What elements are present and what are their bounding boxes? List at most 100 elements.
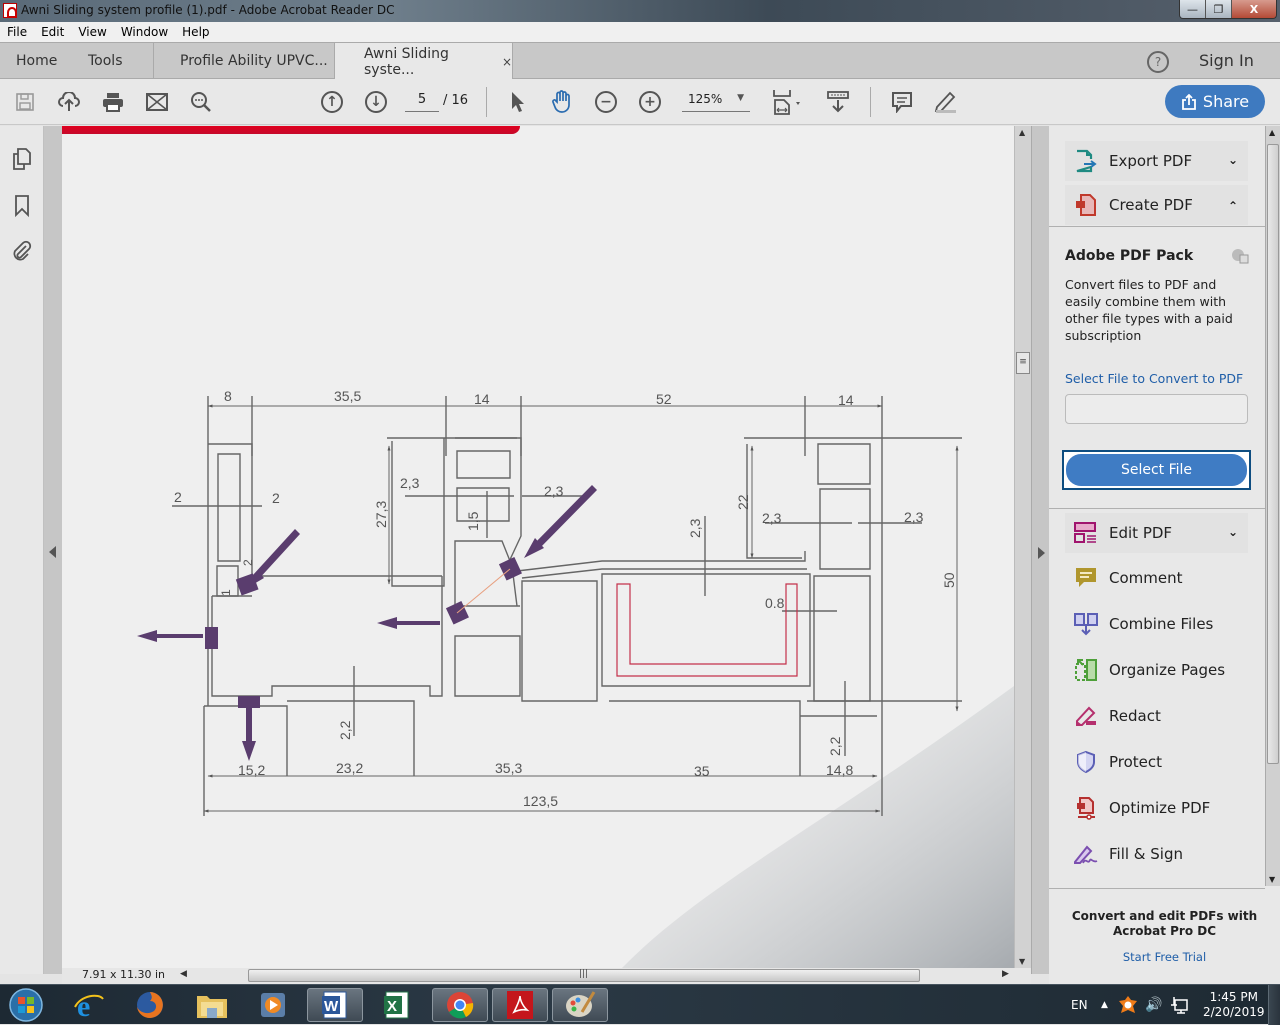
tab-label: Awni Sliding syste... (364, 45, 449, 78)
save-icon[interactable] (12, 89, 38, 115)
find-icon[interactable] (188, 89, 214, 115)
scroll-down-icon[interactable]: ▼ (1269, 875, 1275, 884)
scroll-down-icon[interactable]: ▼ (1019, 957, 1025, 966)
dim-label: 50 (941, 572, 957, 588)
avast-icon[interactable] (1118, 985, 1138, 1025)
show-hidden-icons[interactable]: ▲ (1101, 985, 1108, 1025)
excel-icon[interactable]: X (375, 988, 419, 1022)
internet-explorer-icon[interactable]: e (67, 988, 111, 1022)
volume-icon[interactable]: 🔊 (1145, 985, 1162, 1025)
scroll-right-icon[interactable]: ▶ (1002, 969, 1009, 979)
minimize-button[interactable]: — (1180, 0, 1206, 18)
print-icon[interactable] (100, 89, 126, 115)
tool-protect[interactable]: Protect (1065, 742, 1248, 782)
document-viewport[interactable]: 8 35,5 14 52 14 2 2 2,3 2,3 2,3 2,3 0.8 … (62, 126, 1014, 968)
fill-sign-icon (1073, 841, 1099, 867)
next-page-icon[interactable]: ↓ (363, 89, 389, 115)
tab-tools[interactable]: Tools (88, 43, 123, 79)
scroll-mode-icon[interactable] (825, 89, 851, 115)
select-cursor-icon[interactable] (505, 89, 531, 115)
scroll-up-icon[interactable]: ▲ (1269, 128, 1275, 137)
upload-cloud-icon[interactable] (56, 89, 82, 115)
file-explorer-icon[interactable] (190, 988, 234, 1022)
scroll-left-icon[interactable]: ◀ (180, 969, 187, 979)
tool-organize-pages[interactable]: Organize Pages (1065, 650, 1248, 690)
toolbar-divider (870, 87, 871, 117)
collapse-right-pane-button[interactable] (1031, 126, 1049, 974)
dim-label: 2,2 (827, 736, 843, 756)
tools-pane: Export PDF ⌄ Create PDF ⌃ Adobe PDF Pack… (1049, 126, 1280, 984)
clock[interactable]: 1:45 PM 2/20/2019 (1203, 985, 1265, 1025)
chevron-down-icon: ▼ (737, 93, 744, 103)
menu-file[interactable]: File (0, 25, 34, 39)
bookmark-icon[interactable] (10, 194, 34, 218)
tool-optimize-pdf[interactable]: Optimize PDF (1065, 788, 1248, 828)
chrome-icon[interactable] (432, 988, 488, 1022)
email-icon[interactable] (144, 89, 170, 115)
tool-create-pdf[interactable]: Create PDF ⌃ (1065, 185, 1248, 225)
menu-window[interactable]: Window (114, 25, 175, 39)
tool-combine-files[interactable]: Combine Files (1065, 604, 1248, 644)
chevron-down-icon[interactable]: ⌄ (1228, 153, 1238, 167)
scrollbar-thumb[interactable]: ≡ (1016, 352, 1030, 374)
share-button[interactable]: Share (1165, 85, 1265, 118)
scroll-up-icon[interactable]: ▲ (1019, 128, 1025, 137)
menu-view[interactable]: View (71, 25, 113, 39)
zoom-in-icon[interactable]: + (637, 89, 663, 115)
tool-fill-sign[interactable]: Fill & Sign (1065, 834, 1248, 874)
scrollbar-thumb[interactable] (1267, 144, 1279, 764)
zoom-level-select[interactable]: 125% ▼ (682, 92, 750, 112)
attachment-icon[interactable] (10, 239, 34, 263)
select-file-field[interactable] (1065, 394, 1248, 424)
network-icon[interactable] (1170, 985, 1188, 1025)
purple-force-arrows (137, 485, 597, 761)
pack-info-icon[interactable] (1231, 248, 1249, 264)
tools-pane-scrollbar[interactable]: ▲ ▼ (1265, 126, 1280, 886)
svg-text:e: e (77, 990, 90, 1021)
vertical-scrollbar[interactable]: ▲ ≡ ▼ (1014, 126, 1031, 968)
highlight-pen-icon[interactable] (933, 89, 959, 115)
zoom-out-icon[interactable]: − (593, 89, 619, 115)
media-player-icon[interactable] (251, 988, 295, 1022)
tool-label: Export PDF (1109, 152, 1193, 170)
pages-icon[interactable] (10, 147, 34, 171)
page-total: / 16 (443, 93, 469, 108)
dim-label: 52 (656, 391, 672, 407)
tool-redact[interactable]: Redact (1065, 696, 1248, 736)
tab-document-awni-sliding[interactable]: Awni Sliding syste... × (335, 43, 513, 80)
close-button[interactable]: X (1232, 0, 1276, 18)
tool-edit-pdf[interactable]: Edit PDF ⌄ (1065, 513, 1248, 553)
language-indicator[interactable]: EN (1071, 985, 1088, 1025)
help-icon[interactable]: ? (1147, 51, 1169, 73)
dim-label: 123,5 (523, 793, 558, 809)
sign-in-link[interactable]: Sign In (1199, 51, 1254, 70)
chevron-down-icon[interactable]: ⌄ (1228, 525, 1238, 539)
firefox-icon[interactable] (128, 988, 172, 1022)
comment-icon[interactable] (889, 89, 915, 115)
word-icon[interactable]: W (307, 988, 363, 1022)
pdf-pack-title: Adobe PDF Pack (1065, 248, 1194, 264)
prev-page-icon[interactable]: ↑ (319, 89, 345, 115)
menu-edit[interactable]: Edit (34, 25, 71, 39)
tool-export-pdf[interactable]: Export PDF ⌄ (1065, 141, 1248, 181)
tool-comment[interactable]: Comment (1065, 558, 1248, 598)
start-button[interactable] (4, 988, 48, 1022)
chevron-up-icon[interactable]: ⌃ (1228, 199, 1238, 213)
start-free-trial-link[interactable]: Start Free Trial (1049, 950, 1280, 964)
svg-text:X: X (387, 998, 397, 1015)
fit-page-icon[interactable] (770, 89, 804, 115)
close-tab-icon[interactable]: × (502, 55, 512, 69)
hand-icon[interactable] (549, 89, 575, 115)
show-desktop-button[interactable] (1268, 985, 1280, 1025)
acrobat-icon[interactable] (492, 988, 548, 1022)
horizontal-scrollbar[interactable]: ||| (248, 969, 920, 982)
collapse-left-pane-button[interactable] (44, 126, 62, 974)
paint-icon[interactable] (552, 988, 608, 1022)
optimize-pdf-icon (1073, 795, 1099, 821)
tab-home[interactable]: Home (16, 43, 57, 79)
restore-button[interactable]: ❐ (1206, 0, 1232, 18)
page-number-input[interactable]: 5 (405, 92, 439, 112)
menu-help[interactable]: Help (175, 25, 216, 39)
tab-document-profile-ability[interactable]: Profile Ability UPVC... (153, 43, 335, 79)
select-file-button[interactable]: Select File (1066, 454, 1247, 486)
